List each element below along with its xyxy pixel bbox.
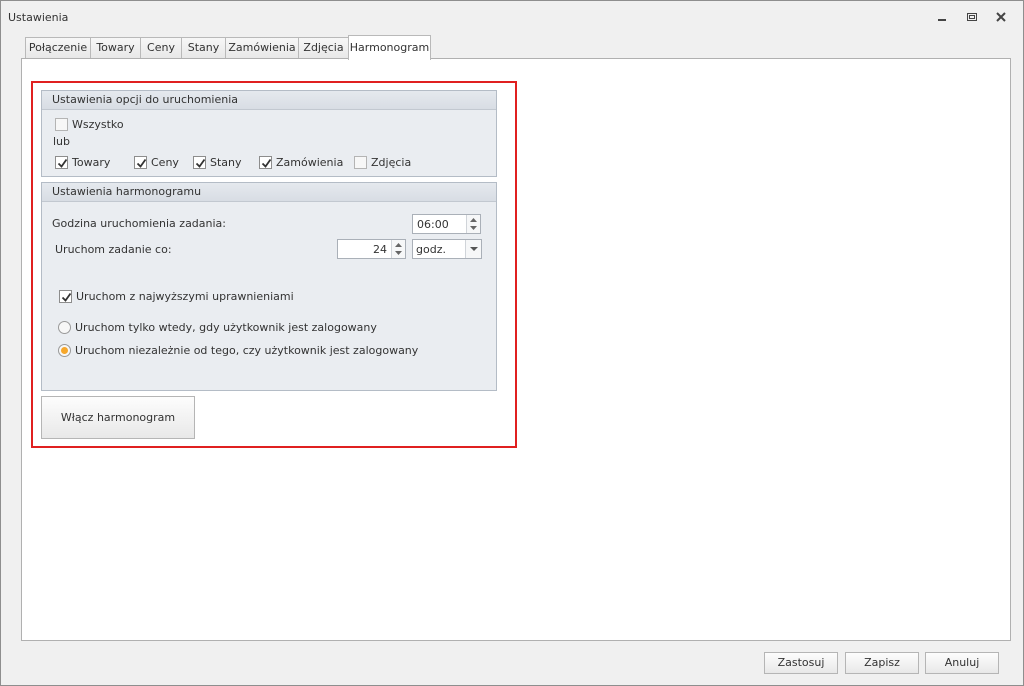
radio-always-dot[interactable] <box>58 344 71 357</box>
checkmark-icon <box>57 158 68 168</box>
window-title: Ustawienia <box>8 11 69 24</box>
radio-only-logged-in-dot[interactable] <box>58 321 71 334</box>
checkmark-icon <box>195 158 206 168</box>
start-time-label: Godzina uruchomienia zadania: <box>52 217 227 230</box>
interval-unit-select[interactable]: godz. <box>412 239 482 259</box>
maximize-button[interactable] <box>961 9 983 27</box>
interval-value: 24 <box>373 243 387 256</box>
checkbox-zdjecia-box[interactable] <box>354 156 367 169</box>
schedule-group-title: Ustawienia harmonogramu <box>42 183 496 202</box>
checkbox-stany-label: Stany <box>210 156 242 169</box>
tab-towary[interactable]: Towary <box>90 37 141 59</box>
checkbox-stany-box[interactable] <box>193 156 206 169</box>
close-icon <box>996 12 1006 22</box>
start-time-spinner[interactable] <box>466 215 480 233</box>
enable-schedule-button[interactable]: Włącz harmonogram <box>41 396 195 439</box>
interval-label: Uruchom zadanie co: <box>55 243 172 256</box>
radio-only-logged-in-label: Uruchom tylko wtedy, gdy użytkownik jest… <box>75 321 377 334</box>
radio-always-label: Uruchom niezależnie od tego, czy użytkow… <box>75 344 419 357</box>
checkbox-all-label: Wszystko <box>72 118 124 131</box>
tab-zdjecia[interactable]: Zdjęcia <box>298 37 349 59</box>
checkbox-all-box[interactable] <box>55 118 68 131</box>
checkbox-ceny-box[interactable] <box>134 156 147 169</box>
checkbox-zdjecia-label: Zdjęcia <box>371 156 412 169</box>
title-bar: Ustawienia <box>1 1 1023 35</box>
interval-unit-value: godz. <box>416 243 446 256</box>
minimize-icon <box>938 19 946 21</box>
apply-button[interactable]: Zastosuj <box>764 652 838 674</box>
save-button[interactable]: Zapisz <box>845 652 919 674</box>
options-group-title: Ustawienia opcji do uruchomienia <box>42 91 496 110</box>
tab-polaczenie[interactable]: Połączenie <box>25 37 91 59</box>
schedule-group: Ustawienia harmonogramu Godzina uruchomi… <box>41 182 497 391</box>
checkbox-towary-label: Towary <box>72 156 111 169</box>
checkbox-zamowienia-label: Zamówienia <box>276 156 344 169</box>
options-group: Ustawienia opcji do uruchomienia Wszystk… <box>41 90 497 177</box>
tab-ceny[interactable]: Ceny <box>140 37 182 59</box>
restore-icon <box>967 13 977 21</box>
settings-window: Ustawienia Połączenie Towary Ceny Stany … <box>0 0 1024 686</box>
checkbox-towary-box[interactable] <box>55 156 68 169</box>
tab-harmonogram[interactable]: Harmonogram <box>348 35 431 60</box>
interval-spinner[interactable] <box>391 240 405 258</box>
cancel-button[interactable]: Anuluj <box>925 652 999 674</box>
tab-stany[interactable]: Stany <box>181 37 226 59</box>
checkmark-icon <box>261 158 272 168</box>
interval-unit-dropdown[interactable] <box>465 240 481 258</box>
checkbox-highest-privileges-label: Uruchom z najwyższymi uprawnieniami <box>76 290 294 303</box>
start-time-input[interactable]: 06:00 <box>412 214 481 234</box>
spin-down-icon[interactable] <box>395 251 402 255</box>
close-button[interactable] <box>990 9 1012 27</box>
tab-zamowienia[interactable]: Zamówienia <box>225 37 299 59</box>
checkmark-icon <box>136 158 147 168</box>
start-time-value: 06:00 <box>417 218 449 231</box>
checkbox-ceny-label: Ceny <box>151 156 179 169</box>
interval-input[interactable]: 24 <box>337 239 406 259</box>
checkbox-highest-privileges-box[interactable] <box>59 290 72 303</box>
spin-up-icon[interactable] <box>470 218 477 222</box>
spin-down-icon[interactable] <box>470 226 477 230</box>
spin-up-icon[interactable] <box>395 243 402 247</box>
checkbox-zamowienia-box[interactable] <box>259 156 272 169</box>
minimize-button[interactable] <box>931 9 953 27</box>
chevron-down-icon <box>470 247 478 251</box>
or-label: lub <box>53 135 71 148</box>
checkmark-icon <box>61 292 72 302</box>
